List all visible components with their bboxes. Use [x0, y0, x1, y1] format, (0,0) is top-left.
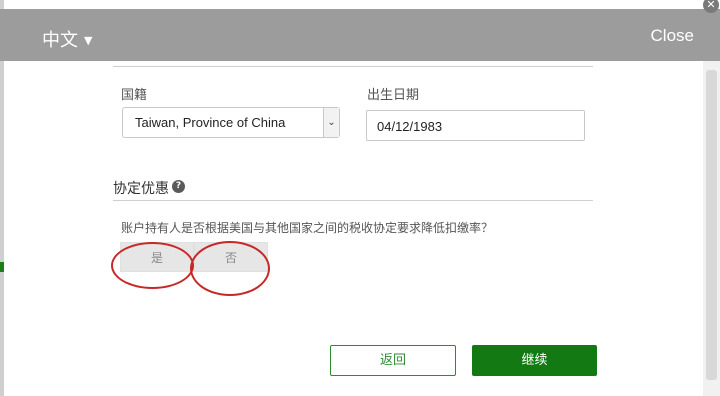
- nationality-select[interactable]: Taiwan, Province of China ⌄: [122, 107, 340, 138]
- annotation-circle-yes: [111, 242, 194, 289]
- dob-input[interactable]: 04/12/1983: [366, 110, 585, 141]
- background-accent: [0, 262, 4, 272]
- close-button[interactable]: Close: [651, 26, 694, 46]
- help-icon[interactable]: ?: [172, 180, 185, 193]
- section-divider-top: [113, 66, 593, 67]
- scrollbar-thumb[interactable]: [706, 70, 717, 380]
- chevron-down-icon[interactable]: ⌄: [323, 108, 339, 137]
- language-label: 中文: [42, 30, 78, 51]
- nationality-label: 国籍: [121, 88, 148, 103]
- treaty-question: 账户持有人是否根据美国与其他国家之间的税收协定要求降低扣缴率？: [121, 221, 494, 235]
- annotation-circle-no: [190, 241, 270, 296]
- dob-value: 04/12/1983: [377, 119, 443, 134]
- treaty-section-title: 协定优惠: [113, 181, 169, 197]
- section-divider: [113, 200, 593, 201]
- nationality-value: Taiwan, Province of China: [135, 115, 286, 130]
- caret-down-icon: ▼: [84, 34, 93, 47]
- back-button[interactable]: 返回: [330, 345, 456, 376]
- modal-header: 中文 ▼ Close: [0, 9, 720, 61]
- language-selector[interactable]: 中文 ▼: [42, 26, 92, 52]
- dob-label: 出生日期: [367, 88, 420, 103]
- continue-button[interactable]: 继续: [472, 345, 597, 376]
